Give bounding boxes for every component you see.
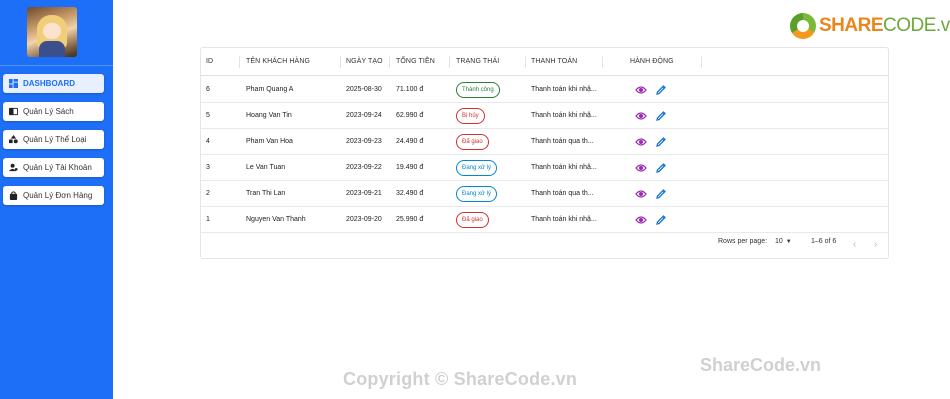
cell-total: 62.990 đ xyxy=(396,112,424,119)
column-header-status[interactable]: TRẠNG THÁI xyxy=(456,58,499,65)
category-icon xyxy=(9,135,18,144)
cell-date: 2025-08-30 xyxy=(346,86,382,93)
shopping-bag-icon xyxy=(9,191,18,200)
table-header: ID TÊN KHÁCH HÀNG NGÀY TẠO TỔNG TIỀN TRẠ… xyxy=(201,48,888,76)
cell-id: 3 xyxy=(206,164,210,171)
cell-date: 2023-09-21 xyxy=(346,190,382,197)
cell-id: 5 xyxy=(206,112,210,119)
cell-payment: Thanh toán khi nhậ... xyxy=(531,112,597,119)
rows-per-page-value: 10 xyxy=(775,238,783,245)
status-badge: Thành công xyxy=(456,82,500,98)
edit-icon[interactable] xyxy=(655,162,667,174)
status-badge: Đang xử lý xyxy=(456,160,498,176)
sharecode-logo: SHARECODE.vn xyxy=(790,12,950,40)
cell-payment: Thanh toán khi nhậ... xyxy=(531,164,597,171)
cell-customer: Nguyen Van Thanh xyxy=(246,216,306,223)
status-badge: Đang xử lý xyxy=(456,186,498,202)
table-row: 4 Pham Van Hoa 2023-09-23 24.490 đ Thanh toá… xyxy=(201,129,888,155)
edit-icon[interactable] xyxy=(655,136,667,148)
rows-per-page-select[interactable]: 10 ▼ xyxy=(775,238,792,245)
sidebar: DASHBOARD Quản Lý Sách Quản Lý Thể Loại … xyxy=(0,0,113,399)
cell-customer: Hoang Van Tin xyxy=(246,112,292,119)
cell-customer: Pham Van Hoa xyxy=(246,138,293,145)
cell-id: 6 xyxy=(206,86,210,93)
view-icon[interactable] xyxy=(635,188,647,200)
cell-payment: Thanh toán qua th... xyxy=(531,190,594,197)
cell-customer: Tran Thi Lan xyxy=(246,190,286,197)
cell-customer: Pham Quang A xyxy=(246,86,294,93)
table-row: 3 Le Van Tuan 2023-09-22 19.490 đ Thanh toán… xyxy=(201,155,888,181)
logo-mark-icon xyxy=(790,13,816,39)
avatar xyxy=(27,7,77,57)
rows-per-page-label: Rows per page: xyxy=(718,238,768,245)
view-icon[interactable] xyxy=(635,136,647,148)
column-header-payment[interactable]: THANH TOÁN xyxy=(531,58,577,65)
cell-total: 25.990 đ xyxy=(396,216,424,223)
sidebar-item-label: DASHBOARD xyxy=(23,79,75,88)
dashboard-icon xyxy=(9,79,18,88)
cell-date: 2023-09-20 xyxy=(346,216,382,223)
sidebar-item-orders[interactable]: Quản Lý Đơn Hàng xyxy=(3,186,104,205)
column-header-customer[interactable]: TÊN KHÁCH HÀNG xyxy=(246,58,310,65)
cell-total: 71.100 đ xyxy=(396,86,424,93)
sidebar-item-categories[interactable]: Quản Lý Thể Loại xyxy=(3,130,104,149)
edit-icon[interactable] xyxy=(655,214,667,226)
edit-icon[interactable] xyxy=(655,84,667,96)
book-icon xyxy=(9,107,18,116)
cell-payment: Thanh toán khi nhậ... xyxy=(531,216,597,223)
status-badge: Bị hủy xyxy=(456,108,485,124)
cell-date: 2023-09-22 xyxy=(346,164,382,171)
next-page-button[interactable]: › xyxy=(874,239,877,250)
cell-total: 24.490 đ xyxy=(396,138,424,145)
sidebar-item-label: Quản Lý Đơn Hàng xyxy=(23,191,93,200)
orders-table: ID TÊN KHÁCH HÀNG NGÀY TẠO TỔNG TIỀN TRẠ… xyxy=(200,47,889,259)
column-header-date[interactable]: NGÀY TẠO xyxy=(346,58,383,65)
logo-text: SHARECODE.vn xyxy=(819,15,950,36)
previous-page-button[interactable]: ‹ xyxy=(853,239,856,250)
column-header-total[interactable]: TỔNG TIỀN xyxy=(396,58,435,65)
status-badge: Đã giao xyxy=(456,212,489,228)
view-icon[interactable] xyxy=(635,214,647,226)
cell-customer: Le Van Tuan xyxy=(246,164,286,171)
sidebar-item-label: Quản Lý Thể Loại xyxy=(23,135,87,144)
edit-icon[interactable] xyxy=(655,188,667,200)
sidebar-divider xyxy=(0,65,113,66)
column-header-actions: HÀNH ĐỘNG xyxy=(630,58,674,65)
table-row: 1 Nguyen Van Thanh 2023-09-20 25.990 đ Thanh… xyxy=(201,207,888,233)
cell-id: 1 xyxy=(206,216,210,223)
sidebar-item-label: Quản Lý Tài Khoản xyxy=(23,163,92,172)
view-icon[interactable] xyxy=(635,84,647,96)
view-icon[interactable] xyxy=(635,110,647,122)
table-row: 6 Pham Quang A 2025-08-30 71.100 đ Thanh toá… xyxy=(201,77,888,103)
sidebar-item-label: Quản Lý Sách xyxy=(23,107,74,116)
cell-payment: Thanh toán khi nhậ... xyxy=(531,86,597,93)
cell-date: 2023-09-24 xyxy=(346,112,382,119)
cell-payment: Thanh toán qua th... xyxy=(531,138,594,145)
table-row: 5 Hoang Van Tin 2023-09-24 62.990 đ Thanh to… xyxy=(201,103,888,129)
status-badge: Đã giao xyxy=(456,134,489,150)
cell-date: 2023-09-23 xyxy=(346,138,382,145)
dropdown-arrow-icon: ▼ xyxy=(785,238,792,245)
view-icon[interactable] xyxy=(635,162,647,174)
manage-accounts-icon xyxy=(9,163,18,172)
pagination-range: 1–6 of 6 xyxy=(811,238,837,245)
cell-id: 4 xyxy=(206,138,210,145)
sharecode-watermark: ShareCode.vn xyxy=(700,355,822,375)
table-row: 2 Tran Thi Lan 2023-09-21 32.490 đ Thanh toá… xyxy=(201,181,888,207)
sidebar-item-dashboard[interactable]: DASHBOARD xyxy=(3,74,104,93)
copyright-watermark: Copyright © ShareCode.vn xyxy=(343,369,578,389)
cell-total: 32.490 đ xyxy=(396,190,424,197)
column-header-id[interactable]: ID xyxy=(206,58,213,65)
sidebar-item-books[interactable]: Quản Lý Sách xyxy=(3,102,104,121)
sidebar-item-accounts[interactable]: Quản Lý Tài Khoản xyxy=(3,158,104,177)
cell-total: 19.490 đ xyxy=(396,164,424,171)
edit-icon[interactable] xyxy=(655,110,667,122)
cell-id: 2 xyxy=(206,190,210,197)
